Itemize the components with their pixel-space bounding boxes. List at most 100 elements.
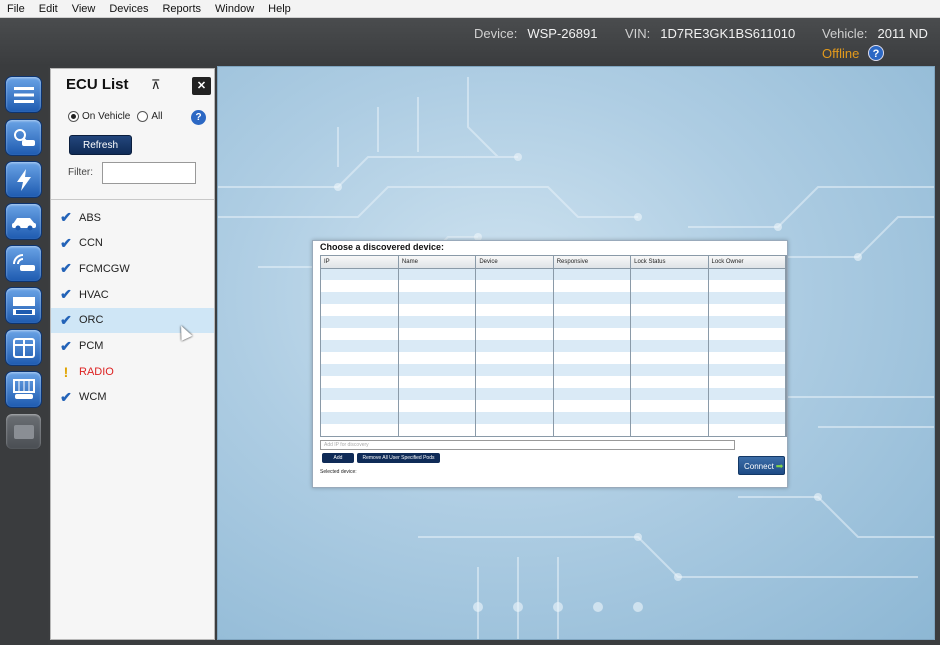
table-cell: [321, 424, 399, 436]
table-cell: [553, 424, 632, 436]
menu-help[interactable]: Help: [261, 3, 298, 15]
table-cell: [553, 316, 632, 328]
radio-all[interactable]: [137, 111, 149, 122]
ecu-item-label: RADIO: [79, 365, 114, 378]
table-row[interactable]: [321, 316, 786, 328]
menu-devices[interactable]: Devices: [102, 3, 155, 15]
table-cell: [475, 280, 554, 292]
table-cell: [321, 376, 399, 388]
flash-icon[interactable]: [5, 161, 42, 198]
checkmark-icon: ✔: [60, 286, 72, 303]
table-cell: [553, 292, 632, 304]
device-table[interactable]: IP Name Device Responsive Lock Status Lo…: [320, 255, 787, 437]
table-cell: [398, 292, 477, 304]
vehicle-search-icon[interactable]: [5, 119, 42, 156]
table-row[interactable]: [321, 268, 786, 280]
table-cell: [475, 340, 554, 352]
refresh-button[interactable]: Refresh: [69, 135, 132, 155]
column-header-ip[interactable]: IP: [321, 256, 399, 269]
add-button[interactable]: Add: [322, 453, 354, 463]
car-icon[interactable]: [5, 203, 42, 240]
ip-discovery-input[interactable]: Add IP for discovery: [320, 440, 735, 450]
lift-icon[interactable]: [5, 371, 42, 408]
ecu-item-pcm[interactable]: ✔ PCM: [51, 334, 214, 359]
table-cell: [553, 412, 632, 424]
menu-window[interactable]: Window: [208, 3, 261, 15]
ecu-item-abs[interactable]: ✔ ABS: [51, 205, 214, 230]
menu-icon[interactable]: [5, 76, 42, 113]
table-cell: [398, 388, 477, 400]
ecu-item-wcm[interactable]: ✔ WCM: [51, 385, 214, 410]
table-cell: [321, 304, 399, 316]
remove-all-pods-button[interactable]: Remove All User Specified Pods: [357, 453, 440, 463]
menu-view[interactable]: View: [65, 3, 103, 15]
ecu-help-icon[interactable]: ?: [191, 110, 206, 125]
radio-on-vehicle-label: On Vehicle: [82, 111, 131, 122]
table-cell: [475, 268, 554, 280]
filter-input[interactable]: [102, 162, 196, 184]
table-cell: [630, 340, 709, 352]
table-cell: [398, 424, 477, 436]
ecu-list-panel: ECU List ⊼ ✕ On Vehicle All ? Refresh Fi…: [50, 68, 215, 640]
column-header-device[interactable]: Device: [475, 256, 554, 269]
ecu-item-radio[interactable]: ! RADIO: [51, 359, 214, 384]
table-cell: [398, 280, 477, 292]
ecu-item-label: FCMCGW: [79, 262, 130, 275]
ecu-item-ccn[interactable]: ✔ CCN: [51, 231, 214, 256]
table-row[interactable]: [321, 292, 786, 304]
table-cell: [398, 316, 477, 328]
meter-icon[interactable]: [5, 287, 42, 324]
radio-all-label: All: [151, 111, 163, 122]
device-label: Device:: [474, 26, 518, 41]
table-row[interactable]: [321, 388, 786, 400]
table-row[interactable]: [321, 280, 786, 292]
menu-reports[interactable]: Reports: [155, 3, 208, 15]
table-row[interactable]: [321, 328, 786, 340]
menu-edit[interactable]: Edit: [32, 3, 65, 15]
table-cell: [398, 340, 477, 352]
column-header-name[interactable]: Name: [398, 256, 477, 269]
table-cell: [553, 328, 632, 340]
table-cell: [708, 376, 786, 388]
column-header-lock-owner[interactable]: Lock Owner: [708, 256, 786, 269]
table-cell: [321, 412, 399, 424]
table-cell: [398, 352, 477, 364]
table-cell: [553, 268, 632, 280]
table-cell: [321, 400, 399, 412]
filter-label: Filter:: [68, 167, 93, 178]
table-cell: [708, 364, 786, 376]
table-row[interactable]: [321, 376, 786, 388]
device-value: WSP-26891: [527, 26, 598, 41]
table-row[interactable]: [321, 424, 786, 436]
help-icon[interactable]: ?: [868, 45, 884, 61]
table-row[interactable]: [321, 364, 786, 376]
table-row[interactable]: [321, 400, 786, 412]
table-cell: [475, 388, 554, 400]
pin-icon[interactable]: ⊼: [151, 77, 161, 93]
table-cell: [708, 280, 786, 292]
table-cell: [630, 352, 709, 364]
menu-bar: File Edit View Devices Reports Window He…: [0, 0, 940, 18]
table-row[interactable]: [321, 352, 786, 364]
table-cell: [708, 424, 786, 436]
panels-icon[interactable]: [5, 329, 42, 366]
ecu-item-label: ORC: [79, 314, 104, 327]
table-row[interactable]: [321, 340, 786, 352]
connect-button[interactable]: Connect ➡: [738, 456, 785, 475]
menu-file[interactable]: File: [0, 3, 32, 15]
ecu-item-hvac[interactable]: ✔ HVAC: [51, 282, 214, 307]
selected-device-label: Selected device:: [320, 469, 357, 475]
table-cell: [630, 304, 709, 316]
wireless-icon[interactable]: [5, 245, 42, 282]
table-cell: [630, 376, 709, 388]
checkmark-icon: ✔: [60, 388, 72, 405]
table-cell: [475, 400, 554, 412]
table-row[interactable]: [321, 412, 786, 424]
close-icon[interactable]: ✕: [192, 77, 211, 95]
column-header-lock-status[interactable]: Lock Status: [630, 256, 709, 269]
table-row[interactable]: [321, 304, 786, 316]
radio-on-vehicle[interactable]: [68, 111, 79, 122]
column-header-responsive[interactable]: Responsive: [553, 256, 632, 269]
table-cell: [475, 352, 554, 364]
ecu-item-fcmcgw[interactable]: ✔ FCMCGW: [51, 256, 214, 281]
